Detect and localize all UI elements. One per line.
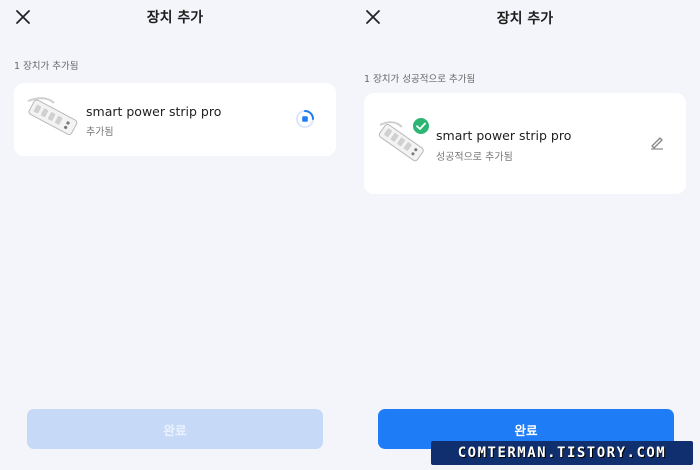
page-title: 장치 추가 [146, 10, 204, 26]
device-name: smart power strip pro [436, 128, 572, 143]
device-card[interactable]: smart power strip pro 성공적으로 추가됨 [364, 93, 686, 194]
device-card[interactable]: smart power strip pro 추가됨 [14, 83, 336, 156]
top-bar: 장치 추가 [0, 0, 350, 34]
watermark-banner: COMTERMAN.TISTORY.COM [431, 441, 693, 465]
device-name: smart power strip pro [86, 104, 222, 119]
added-count-label: 1 장치가 성공적으로 추가됨 [364, 74, 476, 85]
power-strip-image [27, 97, 78, 136]
top-bar: 장치 추가 [350, 0, 700, 34]
page-title: 장치 추가 [496, 11, 554, 27]
checkmark-icon [416, 122, 426, 130]
loading-spinner-icon [296, 110, 314, 128]
edit-pencil-icon[interactable] [649, 134, 665, 150]
device-status: 추가됨 [86, 127, 114, 138]
left-screen: 장치 추가 1 장치가 추가됨 smart power strip pro 추가… [0, 0, 350, 470]
right-screen: 장치 추가 1 장치가 성공적으로 추가됨 smart power strip … [350, 0, 700, 470]
success-badge [411, 116, 431, 136]
done-button[interactable]: 완료 [27, 409, 323, 449]
added-count-label: 1 장치가 추가됨 [14, 61, 79, 72]
device-status: 성공적으로 추가됨 [436, 152, 513, 163]
